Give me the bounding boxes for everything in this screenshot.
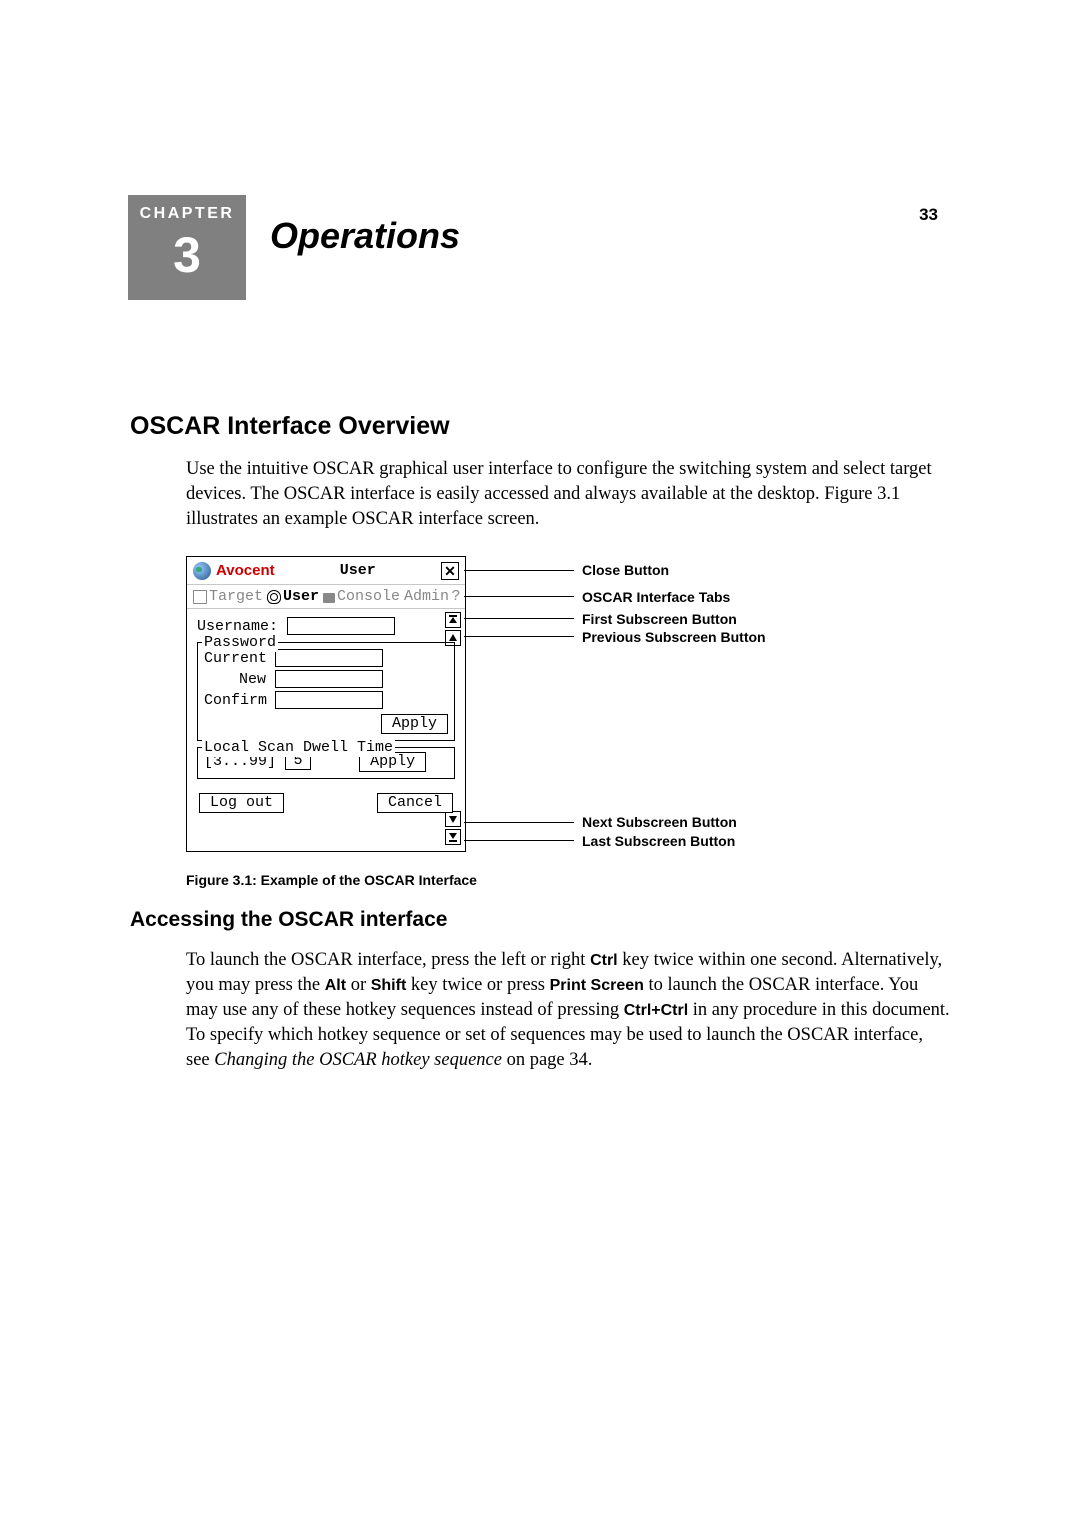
close-button[interactable]: ✕ bbox=[441, 562, 459, 580]
globe-icon bbox=[193, 562, 211, 580]
callout-prev: Previous Subscreen Button bbox=[582, 629, 766, 645]
chapter-header: CHAPTER 3 Operations bbox=[130, 195, 950, 300]
chapter-title: Operations bbox=[270, 215, 460, 257]
tab-user-label: User bbox=[283, 587, 319, 606]
confirm-password-input[interactable] bbox=[275, 691, 383, 709]
figure-caption: Figure 3.1: Example of the OSCAR Interfa… bbox=[186, 872, 950, 888]
key-printscreen: Print Screen bbox=[550, 977, 644, 994]
tab-admin-label: Admin bbox=[404, 587, 449, 606]
xref-hotkey: Changing the OSCAR hotkey sequence bbox=[214, 1050, 502, 1070]
callout-next: Next Subscreen Button bbox=[582, 814, 737, 830]
chapter-label: CHAPTER bbox=[128, 195, 246, 223]
help-button[interactable]: ? bbox=[451, 588, 461, 606]
chapter-block: CHAPTER 3 bbox=[128, 195, 246, 300]
page-number: 33 bbox=[919, 205, 938, 225]
tab-target[interactable]: Target bbox=[191, 587, 265, 606]
leader-last bbox=[464, 840, 574, 841]
tab-console-label: Console bbox=[337, 587, 400, 606]
target-icon bbox=[193, 590, 207, 604]
tab-admin[interactable]: Admin bbox=[402, 587, 451, 606]
overview-paragraph: Use the intuitive OSCAR graphical user i… bbox=[186, 457, 950, 532]
figure-3-1: Avocent User ✕ Target User Console Admin… bbox=[186, 556, 866, 852]
callout-last: Last Subscreen Button bbox=[582, 833, 735, 849]
password-group: Password Current New Confirm Apply bbox=[197, 642, 455, 741]
p-suffix: on page 34. bbox=[502, 1050, 592, 1070]
leader-next bbox=[464, 822, 574, 823]
new-password-input[interactable] bbox=[275, 670, 383, 688]
apply-password-button[interactable]: Apply bbox=[381, 714, 448, 734]
oscar-window: Avocent User ✕ Target User Console Admin… bbox=[186, 556, 466, 852]
logout-button[interactable]: Log out bbox=[199, 793, 284, 813]
key-ctrl: Ctrl bbox=[590, 952, 618, 969]
section-heading-overview: OSCAR Interface Overview bbox=[130, 412, 950, 441]
password-legend: Password bbox=[202, 633, 278, 652]
confirm-label: Confirm bbox=[204, 691, 266, 710]
leader-first bbox=[464, 618, 574, 619]
accessing-paragraph: To launch the OSCAR interface, press the… bbox=[186, 948, 950, 1073]
dwell-legend: Local Scan Dwell Time bbox=[202, 738, 395, 757]
leader-prev bbox=[464, 636, 574, 637]
p-prefix: To launch the OSCAR interface, press the… bbox=[186, 950, 590, 970]
oscar-title: User bbox=[275, 561, 441, 580]
leader-close bbox=[464, 570, 574, 571]
callout-close: Close Button bbox=[582, 562, 669, 578]
key-alt: Alt bbox=[325, 977, 346, 994]
dwell-group: Local Scan Dwell Time [3...99] 5 Apply bbox=[197, 747, 455, 779]
oscar-body: Username: Password Current New Confirm A… bbox=[187, 609, 465, 847]
user-icon bbox=[267, 590, 281, 604]
key-shift: Shift bbox=[371, 977, 407, 994]
section-heading-accessing: Accessing the OSCAR interface bbox=[130, 908, 950, 932]
tab-user[interactable]: User bbox=[265, 587, 321, 606]
tab-target-label: Target bbox=[209, 587, 263, 606]
callout-tabs: OSCAR Interface Tabs bbox=[582, 589, 730, 605]
current-password-input[interactable] bbox=[275, 649, 383, 667]
oscar-titlebar: Avocent User ✕ bbox=[187, 557, 465, 585]
tab-console[interactable]: Console bbox=[321, 587, 402, 606]
p-mid2: key twice or press bbox=[406, 975, 549, 995]
chapter-number: 3 bbox=[128, 223, 246, 287]
console-icon bbox=[323, 593, 335, 603]
p-or: or bbox=[346, 975, 371, 995]
cancel-button[interactable]: Cancel bbox=[377, 793, 453, 813]
new-label: New bbox=[204, 670, 266, 689]
callout-first: First Subscreen Button bbox=[582, 611, 737, 627]
brand-label: Avocent bbox=[216, 561, 275, 580]
oscar-tabs: Target User Console Admin ? bbox=[187, 585, 465, 609]
username-input[interactable] bbox=[287, 617, 395, 635]
key-ctrlctrl: Ctrl+Ctrl bbox=[624, 1002, 688, 1019]
leader-tabs bbox=[464, 596, 574, 597]
